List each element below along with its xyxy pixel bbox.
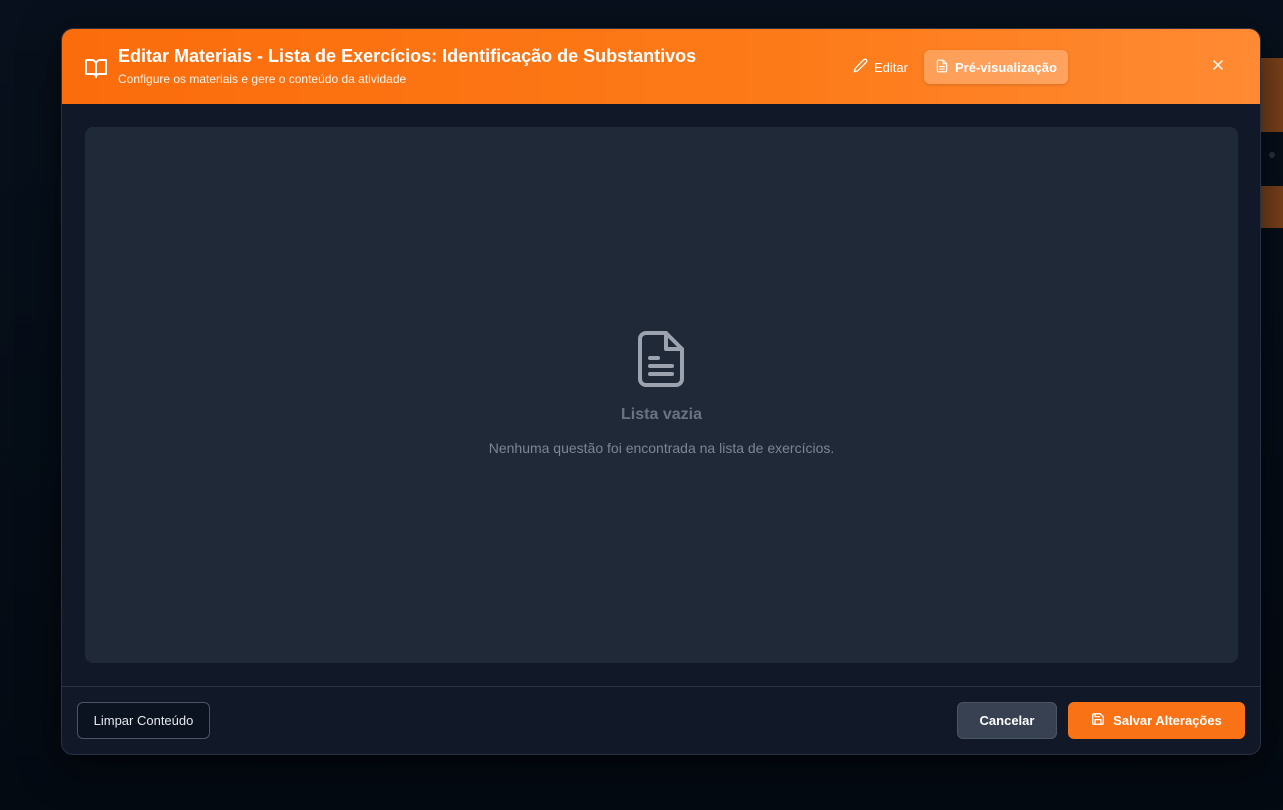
save-changes-button[interactable]: Salvar Alterações <box>1068 702 1245 739</box>
edit-materials-modal: Editar Materiais - Lista de Exercícios: … <box>61 28 1261 755</box>
footer-divider <box>62 686 1260 687</box>
edit-mode-label: Editar <box>874 59 908 75</box>
save-icon <box>1091 712 1105 729</box>
empty-state-text: Nenhuma questão foi encontrada na lista … <box>488 440 835 456</box>
background-panel-dot <box>1269 152 1275 158</box>
file-text-icon <box>935 59 949 76</box>
preview-mode-button[interactable]: Pré-visualização <box>924 50 1068 84</box>
close-icon <box>1210 57 1226 78</box>
preview-mode-label: Pré-visualização <box>955 59 1057 75</box>
preview-content-panel: Lista vazia Nenhuma questão foi encontra… <box>85 127 1238 663</box>
save-changes-label: Salvar Alterações <box>1113 713 1222 728</box>
modal-header: Editar Materiais - Lista de Exercícios: … <box>62 29 1260 104</box>
close-button[interactable] <box>1206 55 1230 79</box>
modal-subtitle: Configure os materiais e gere o conteúdo… <box>118 72 407 86</box>
cancel-button[interactable]: Cancelar <box>957 702 1057 739</box>
book-open-icon <box>84 56 108 80</box>
edit-mode-button[interactable]: Editar <box>842 50 919 84</box>
file-text-icon <box>635 329 687 389</box>
empty-state-title: Lista vazia <box>621 406 702 423</box>
modal-title: Editar Materiais - Lista de Exercícios: … <box>118 46 697 66</box>
pencil-icon <box>853 58 868 76</box>
clear-content-button[interactable]: Limpar Conteúdo <box>77 702 210 739</box>
